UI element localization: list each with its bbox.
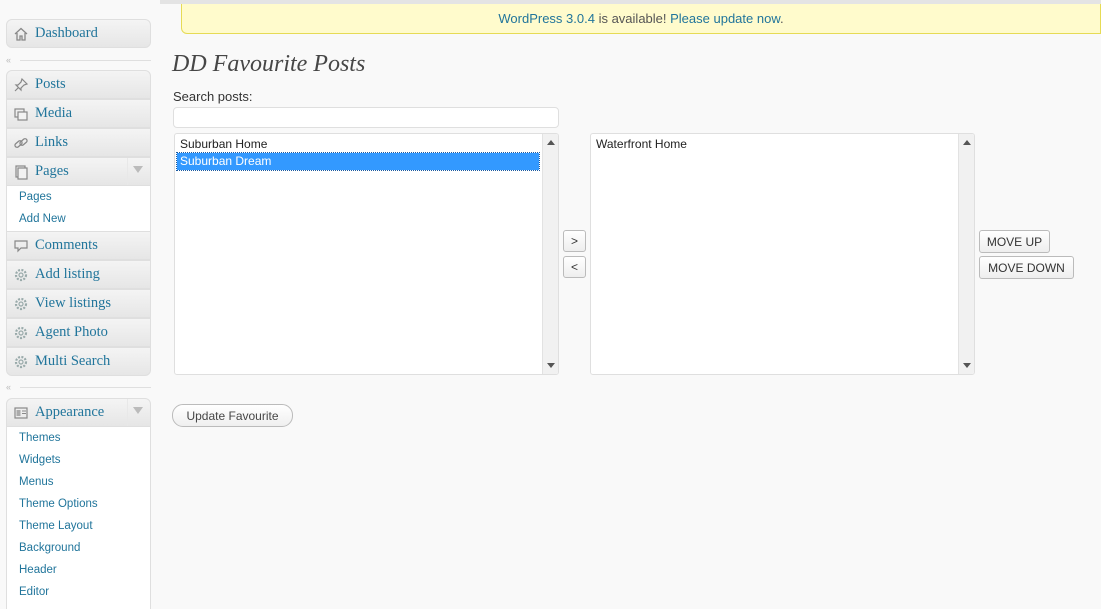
- submenu-item-add-new[interactable]: Add New: [7, 208, 150, 230]
- scroll-up-icon[interactable]: [963, 140, 971, 145]
- chevron-down-icon[interactable]: [133, 166, 143, 173]
- link-icon: [7, 135, 35, 151]
- list-option[interactable]: Suburban Home: [177, 136, 539, 153]
- cog-icon: [7, 296, 35, 312]
- media-icon: [7, 106, 35, 122]
- submenu-item-menus[interactable]: Menus: [7, 471, 150, 493]
- available-posts-list[interactable]: Suburban Home Suburban Dream: [174, 133, 559, 375]
- search-input[interactable]: [173, 107, 559, 128]
- submenu-item-theme-layout[interactable]: Theme Layout: [7, 515, 150, 537]
- menu-dashboard[interactable]: Dashboard: [6, 19, 151, 48]
- scrollbar[interactable]: [542, 134, 558, 374]
- cog-icon: [7, 354, 35, 370]
- menu-divider: [127, 158, 128, 185]
- menu-media-label: Media: [35, 105, 73, 121]
- submenu-pages: Pages Add New: [6, 186, 151, 231]
- submenu-item-themes[interactable]: Themes: [7, 427, 150, 449]
- add-to-favourites-button[interactable]: >: [563, 230, 586, 252]
- chevron-down-icon[interactable]: [133, 407, 143, 414]
- menu-view-listings-label: View listings: [35, 295, 112, 311]
- menu-comments[interactable]: Comments: [6, 231, 151, 260]
- cog-icon: [7, 325, 35, 341]
- update-nag-text: is available!: [594, 11, 671, 26]
- submenu-appearance: Themes Widgets Menus Theme Options Theme…: [6, 427, 151, 609]
- favourite-posts-items: Waterfront Home: [593, 136, 955, 153]
- menu-media[interactable]: Media: [6, 99, 151, 128]
- scroll-down-icon[interactable]: [547, 363, 555, 368]
- move-down-button[interactable]: MOVE DOWN: [979, 256, 1074, 279]
- menu-separator-collapse[interactable]: «: [6, 55, 151, 65]
- menu-posts-label: Posts: [35, 76, 66, 92]
- menu-links-label: Links: [35, 134, 69, 150]
- menu-add-listing[interactable]: Add listing: [6, 260, 151, 289]
- menu-agent-photo[interactable]: Agent Photo: [6, 318, 151, 347]
- wordpress-version-link[interactable]: WordPress 3.0.4: [498, 11, 595, 26]
- submenu-item-background[interactable]: Background: [7, 537, 150, 559]
- update-favourite-button[interactable]: Update Favourite: [172, 404, 293, 427]
- page-title: DD Favourite Posts: [172, 51, 366, 77]
- search-label: Search posts:: [173, 89, 253, 104]
- move-up-button[interactable]: MOVE UP: [979, 230, 1050, 253]
- appearance-icon: [7, 405, 35, 421]
- cog-icon: [7, 267, 35, 283]
- list-option[interactable]: Waterfront Home: [593, 136, 955, 153]
- submenu-item-editor[interactable]: Editor: [7, 581, 150, 603]
- menu-agent-photo-label: Agent Photo: [35, 324, 108, 340]
- submenu-item-pages[interactable]: Pages: [7, 186, 150, 208]
- favourite-posts-list[interactable]: Waterfront Home: [590, 133, 975, 375]
- remove-from-favourites-button[interactable]: <: [563, 256, 586, 278]
- list-option[interactable]: Suburban Dream: [176, 152, 540, 171]
- menu-multi-search[interactable]: Multi Search: [6, 347, 151, 376]
- update-nag: WordPress 3.0.4 is available! Please upd…: [181, 4, 1101, 34]
- menu-divider: [127, 399, 128, 426]
- menu-multi-search-label: Multi Search: [35, 353, 111, 369]
- menu-dashboard-label: Dashboard: [35, 25, 98, 41]
- menu-appearance[interactable]: Appearance: [6, 398, 151, 427]
- available-posts-items: Suburban Home Suburban Dream: [176, 136, 540, 171]
- menu-comments-label: Comments: [35, 237, 98, 253]
- submenu-item-header[interactable]: Header: [7, 559, 150, 581]
- menu-appearance-label: Appearance: [35, 404, 105, 420]
- menu-links[interactable]: Links: [6, 128, 151, 157]
- pushpin-icon: [7, 77, 35, 93]
- update-now-link[interactable]: Please update now: [670, 11, 780, 26]
- menu-view-listings[interactable]: View listings: [6, 289, 151, 318]
- menu-pages[interactable]: Pages: [6, 157, 151, 186]
- submenu-item-theme-options[interactable]: Theme Options: [7, 493, 150, 515]
- menu-separator-collapse[interactable]: «: [6, 382, 151, 392]
- home-icon: [7, 26, 35, 42]
- admin-sidebar: Dashboard « Posts Media Links Pages Page…: [0, 0, 160, 609]
- scrollbar[interactable]: [958, 134, 974, 374]
- scroll-up-icon[interactable]: [547, 140, 555, 145]
- pages-icon: [7, 164, 35, 180]
- menu-add-listing-label: Add listing: [35, 266, 100, 282]
- comment-icon: [7, 238, 35, 254]
- menu-posts[interactable]: Posts: [6, 70, 151, 99]
- menu-pages-label: Pages: [35, 163, 69, 179]
- submenu-item-widgets[interactable]: Widgets: [7, 449, 150, 471]
- update-nag-end: .: [780, 11, 784, 26]
- scroll-down-icon[interactable]: [963, 363, 971, 368]
